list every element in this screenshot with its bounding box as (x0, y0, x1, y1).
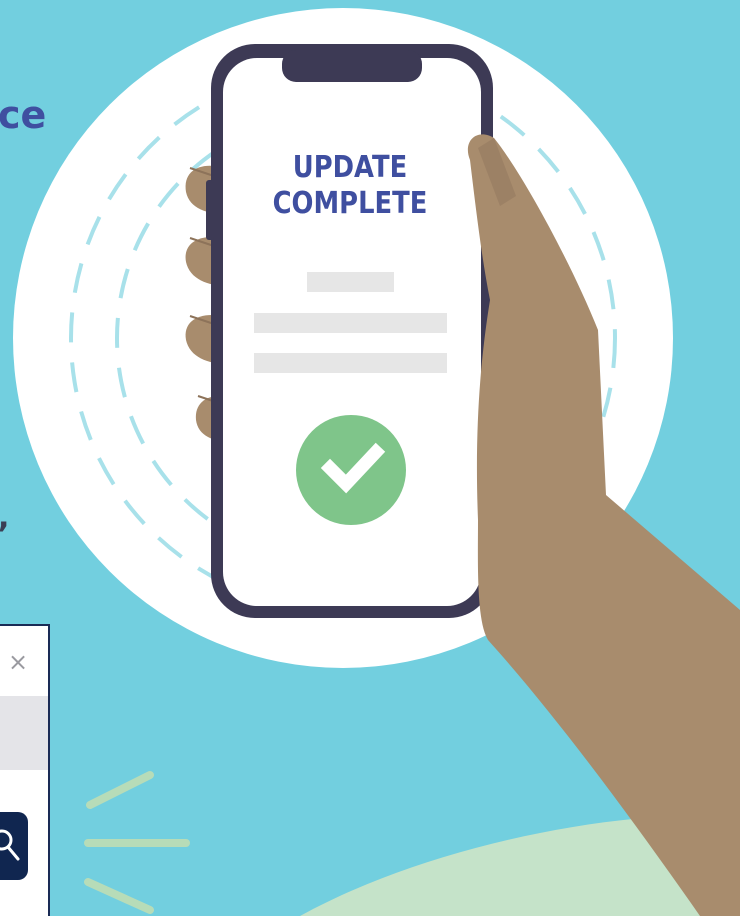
cutoff-comma-text: , (0, 503, 9, 533)
phone-side-button (206, 180, 214, 240)
search-button[interactable] (0, 812, 28, 880)
motion-lines (84, 771, 190, 914)
phone-title: UPDATE COMPLETE (264, 150, 436, 222)
placeholder-bar-short (307, 272, 394, 292)
placeholder-bar-1 (254, 313, 447, 333)
phone-notch (282, 50, 422, 82)
close-icon[interactable]: × (6, 650, 30, 674)
phone-title-line1: UPDATE (292, 150, 408, 185)
illustration-scene: ce , UPDATE COMPLETE × (0, 0, 740, 916)
cutoff-heading-text: ce (0, 93, 47, 137)
dialog-input-field[interactable] (0, 696, 48, 770)
search-icon (0, 829, 20, 861)
partial-dialog: × (0, 624, 50, 916)
placeholder-bar-2 (254, 353, 447, 373)
phone-title-line2: COMPLETE (272, 186, 428, 221)
phone-illustration (13, 8, 740, 916)
